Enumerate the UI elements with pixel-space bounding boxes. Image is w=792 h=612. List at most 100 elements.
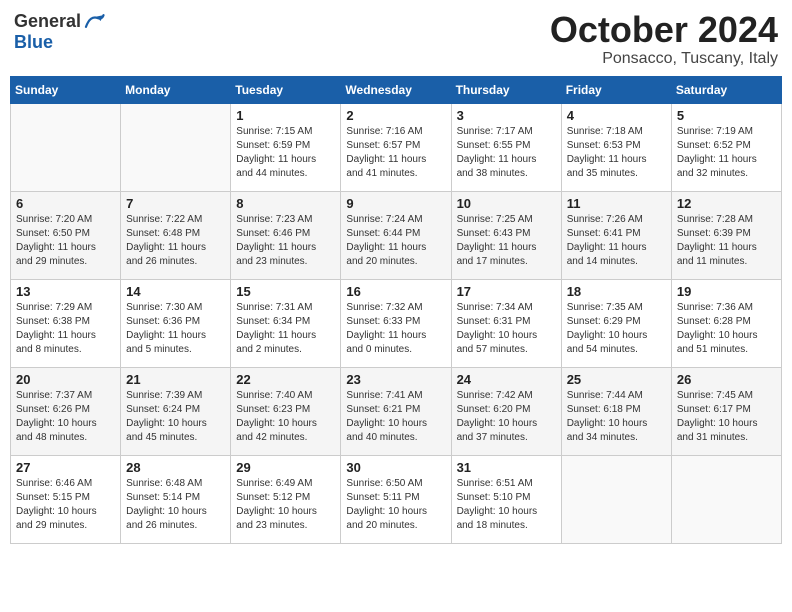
location-title: Ponsacco, Tuscany, Italy <box>550 50 778 68</box>
day-info: Sunrise: 7:24 AM Sunset: 6:44 PM Dayligh… <box>346 213 445 269</box>
logo-general-text: General <box>14 11 81 32</box>
calendar-cell: 14 Sunrise: 7:30 AM Sunset: 6:36 PM Dayli… <box>121 279 231 367</box>
day-info: Sunrise: 6:49 AM Sunset: 5:12 PM Dayligh… <box>236 477 335 533</box>
calendar-cell: 3 Sunrise: 7:17 AM Sunset: 6:55 PM Daylig… <box>451 103 561 191</box>
day-number: 26 <box>677 372 776 387</box>
day-number: 10 <box>457 196 556 211</box>
calendar-cell: 6 Sunrise: 7:20 AM Sunset: 6:50 PM Daylig… <box>11 191 121 279</box>
calendar-cell <box>121 103 231 191</box>
calendar-cell: 7 Sunrise: 7:22 AM Sunset: 6:48 PM Daylig… <box>121 191 231 279</box>
calendar-cell: 10Sunrise: 7:25 AM Sunset: 6:43 PM Dayli… <box>451 191 561 279</box>
calendar-cell <box>561 455 671 543</box>
day-number: 29 <box>236 460 335 475</box>
day-number: 22 <box>236 372 335 387</box>
calendar-cell <box>671 455 781 543</box>
day-number: 3 <box>457 108 556 123</box>
day-number: 7 <box>126 196 225 211</box>
day-info: Sunrise: 7:15 AM Sunset: 6:59 PM Dayligh… <box>236 125 335 181</box>
day-number: 19 <box>677 284 776 299</box>
calendar-cell: 19 Sunrise: 7:36 AM Sunset: 6:28 PM Dayli… <box>671 279 781 367</box>
day-number: 30 <box>346 460 445 475</box>
calendar-cell: 2 Sunrise: 7:16 AM Sunset: 6:57 PM Daylig… <box>341 103 451 191</box>
calendar-cell: 27Sunrise: 6:46 AM Sunset: 5:15 PM Dayli… <box>11 455 121 543</box>
week-row-4: 20Sunrise: 7:37 AM Sunset: 6:26 PM Dayli… <box>11 367 782 455</box>
day-info: Sunrise: 7:44 AM Sunset: 6:18 PM Dayligh… <box>567 389 666 445</box>
day-info: Sunrise: 7:41 AM Sunset: 6:21 PM Dayligh… <box>346 389 445 445</box>
day-number: 23 <box>346 372 445 387</box>
logo-blue-text: Blue <box>14 32 53 53</box>
day-info: Sunrise: 7:42 AM Sunset: 6:20 PM Dayligh… <box>457 389 556 445</box>
day-info: Sunrise: 7:28 AM Sunset: 6:39 PM Dayligh… <box>677 213 776 269</box>
calendar-cell: 20Sunrise: 7:37 AM Sunset: 6:26 PM Dayli… <box>11 367 121 455</box>
calendar-cell: 8 Sunrise: 7:23 AM Sunset: 6:46 PM Daylig… <box>231 191 341 279</box>
day-number: 11 <box>567 196 666 211</box>
day-info: Sunrise: 7:29 AM Sunset: 6:38 PM Dayligh… <box>16 301 115 357</box>
header-row: SundayMondayTuesdayWednesdayThursdayFrid… <box>11 76 782 103</box>
calendar-cell: 12 Sunrise: 7:28 AM Sunset: 6:39 PM Dayli… <box>671 191 781 279</box>
day-number: 15 <box>236 284 335 299</box>
day-info: Sunrise: 7:19 AM Sunset: 6:52 PM Dayligh… <box>677 125 776 181</box>
week-row-5: 27Sunrise: 6:46 AM Sunset: 5:15 PM Dayli… <box>11 455 782 543</box>
page-header: General Blue October 2024 Ponsacco, Tusc… <box>10 10 782 68</box>
calendar-cell: 31 Sunrise: 6:51 AM Sunset: 5:10 PM Dayli… <box>451 455 561 543</box>
column-header-monday: Monday <box>121 76 231 103</box>
day-number: 20 <box>16 372 115 387</box>
logo-icon <box>83 10 105 32</box>
day-number: 31 <box>457 460 556 475</box>
calendar-cell: 26Sunrise: 7:45 AM Sunset: 6:17 PM Dayli… <box>671 367 781 455</box>
day-info: Sunrise: 7:36 AM Sunset: 6:28 PM Dayligh… <box>677 301 776 357</box>
calendar-cell: 24 Sunrise: 7:42 AM Sunset: 6:20 PM Dayli… <box>451 367 561 455</box>
calendar-cell: 4Sunrise: 7:18 AM Sunset: 6:53 PM Daylig… <box>561 103 671 191</box>
day-number: 21 <box>126 372 225 387</box>
week-row-1: 1 Sunrise: 7:15 AM Sunset: 6:59 PM Daylig… <box>11 103 782 191</box>
calendar-cell: 22 Sunrise: 7:40 AM Sunset: 6:23 PM Dayli… <box>231 367 341 455</box>
day-number: 1 <box>236 108 335 123</box>
day-number: 18 <box>567 284 666 299</box>
day-info: Sunrise: 7:31 AM Sunset: 6:34 PM Dayligh… <box>236 301 335 357</box>
column-header-saturday: Saturday <box>671 76 781 103</box>
day-number: 17 <box>457 284 556 299</box>
month-title: October 2024 <box>550 10 778 50</box>
calendar-cell: 17 Sunrise: 7:34 AM Sunset: 6:31 PM Dayli… <box>451 279 561 367</box>
day-info: Sunrise: 7:20 AM Sunset: 6:50 PM Dayligh… <box>16 213 115 269</box>
day-number: 25 <box>567 372 666 387</box>
day-info: Sunrise: 7:18 AM Sunset: 6:53 PM Dayligh… <box>567 125 666 181</box>
day-info: Sunrise: 6:48 AM Sunset: 5:14 PM Dayligh… <box>126 477 225 533</box>
calendar-cell: 30Sunrise: 6:50 AM Sunset: 5:11 PM Dayli… <box>341 455 451 543</box>
day-info: Sunrise: 7:23 AM Sunset: 6:46 PM Dayligh… <box>236 213 335 269</box>
column-header-wednesday: Wednesday <box>341 76 451 103</box>
calendar-table: SundayMondayTuesdayWednesdayThursdayFrid… <box>10 76 782 544</box>
calendar-cell: 23 Sunrise: 7:41 AM Sunset: 6:21 PM Dayli… <box>341 367 451 455</box>
calendar-cell: 15 Sunrise: 7:31 AM Sunset: 6:34 PM Dayli… <box>231 279 341 367</box>
day-number: 12 <box>677 196 776 211</box>
day-info: Sunrise: 7:39 AM Sunset: 6:24 PM Dayligh… <box>126 389 225 445</box>
day-info: Sunrise: 6:46 AM Sunset: 5:15 PM Dayligh… <box>16 477 115 533</box>
title-block: October 2024 Ponsacco, Tuscany, Italy <box>550 10 778 68</box>
day-info: Sunrise: 6:51 AM Sunset: 5:10 PM Dayligh… <box>457 477 556 533</box>
calendar-cell: 28Sunrise: 6:48 AM Sunset: 5:14 PM Dayli… <box>121 455 231 543</box>
day-info: Sunrise: 7:22 AM Sunset: 6:48 PM Dayligh… <box>126 213 225 269</box>
calendar-cell: 21 Sunrise: 7:39 AM Sunset: 6:24 PM Dayli… <box>121 367 231 455</box>
day-number: 16 <box>346 284 445 299</box>
day-info: Sunrise: 7:16 AM Sunset: 6:57 PM Dayligh… <box>346 125 445 181</box>
day-info: Sunrise: 7:32 AM Sunset: 6:33 PM Dayligh… <box>346 301 445 357</box>
day-number: 14 <box>126 284 225 299</box>
day-info: Sunrise: 7:17 AM Sunset: 6:55 PM Dayligh… <box>457 125 556 181</box>
day-number: 8 <box>236 196 335 211</box>
calendar-cell: 25 Sunrise: 7:44 AM Sunset: 6:18 PM Dayli… <box>561 367 671 455</box>
day-number: 9 <box>346 196 445 211</box>
day-number: 2 <box>346 108 445 123</box>
calendar-cell: 29 Sunrise: 6:49 AM Sunset: 5:12 PM Dayli… <box>231 455 341 543</box>
day-info: Sunrise: 7:26 AM Sunset: 6:41 PM Dayligh… <box>567 213 666 269</box>
calendar-cell: 16 Sunrise: 7:32 AM Sunset: 6:33 PM Dayli… <box>341 279 451 367</box>
calendar-cell <box>11 103 121 191</box>
day-info: Sunrise: 7:40 AM Sunset: 6:23 PM Dayligh… <box>236 389 335 445</box>
column-header-thursday: Thursday <box>451 76 561 103</box>
calendar-cell: 18Sunrise: 7:35 AM Sunset: 6:29 PM Dayli… <box>561 279 671 367</box>
day-info: Sunrise: 7:30 AM Sunset: 6:36 PM Dayligh… <box>126 301 225 357</box>
day-info: Sunrise: 7:34 AM Sunset: 6:31 PM Dayligh… <box>457 301 556 357</box>
day-number: 6 <box>16 196 115 211</box>
day-number: 24 <box>457 372 556 387</box>
week-row-2: 6 Sunrise: 7:20 AM Sunset: 6:50 PM Daylig… <box>11 191 782 279</box>
calendar-cell: 13Sunrise: 7:29 AM Sunset: 6:38 PM Dayli… <box>11 279 121 367</box>
